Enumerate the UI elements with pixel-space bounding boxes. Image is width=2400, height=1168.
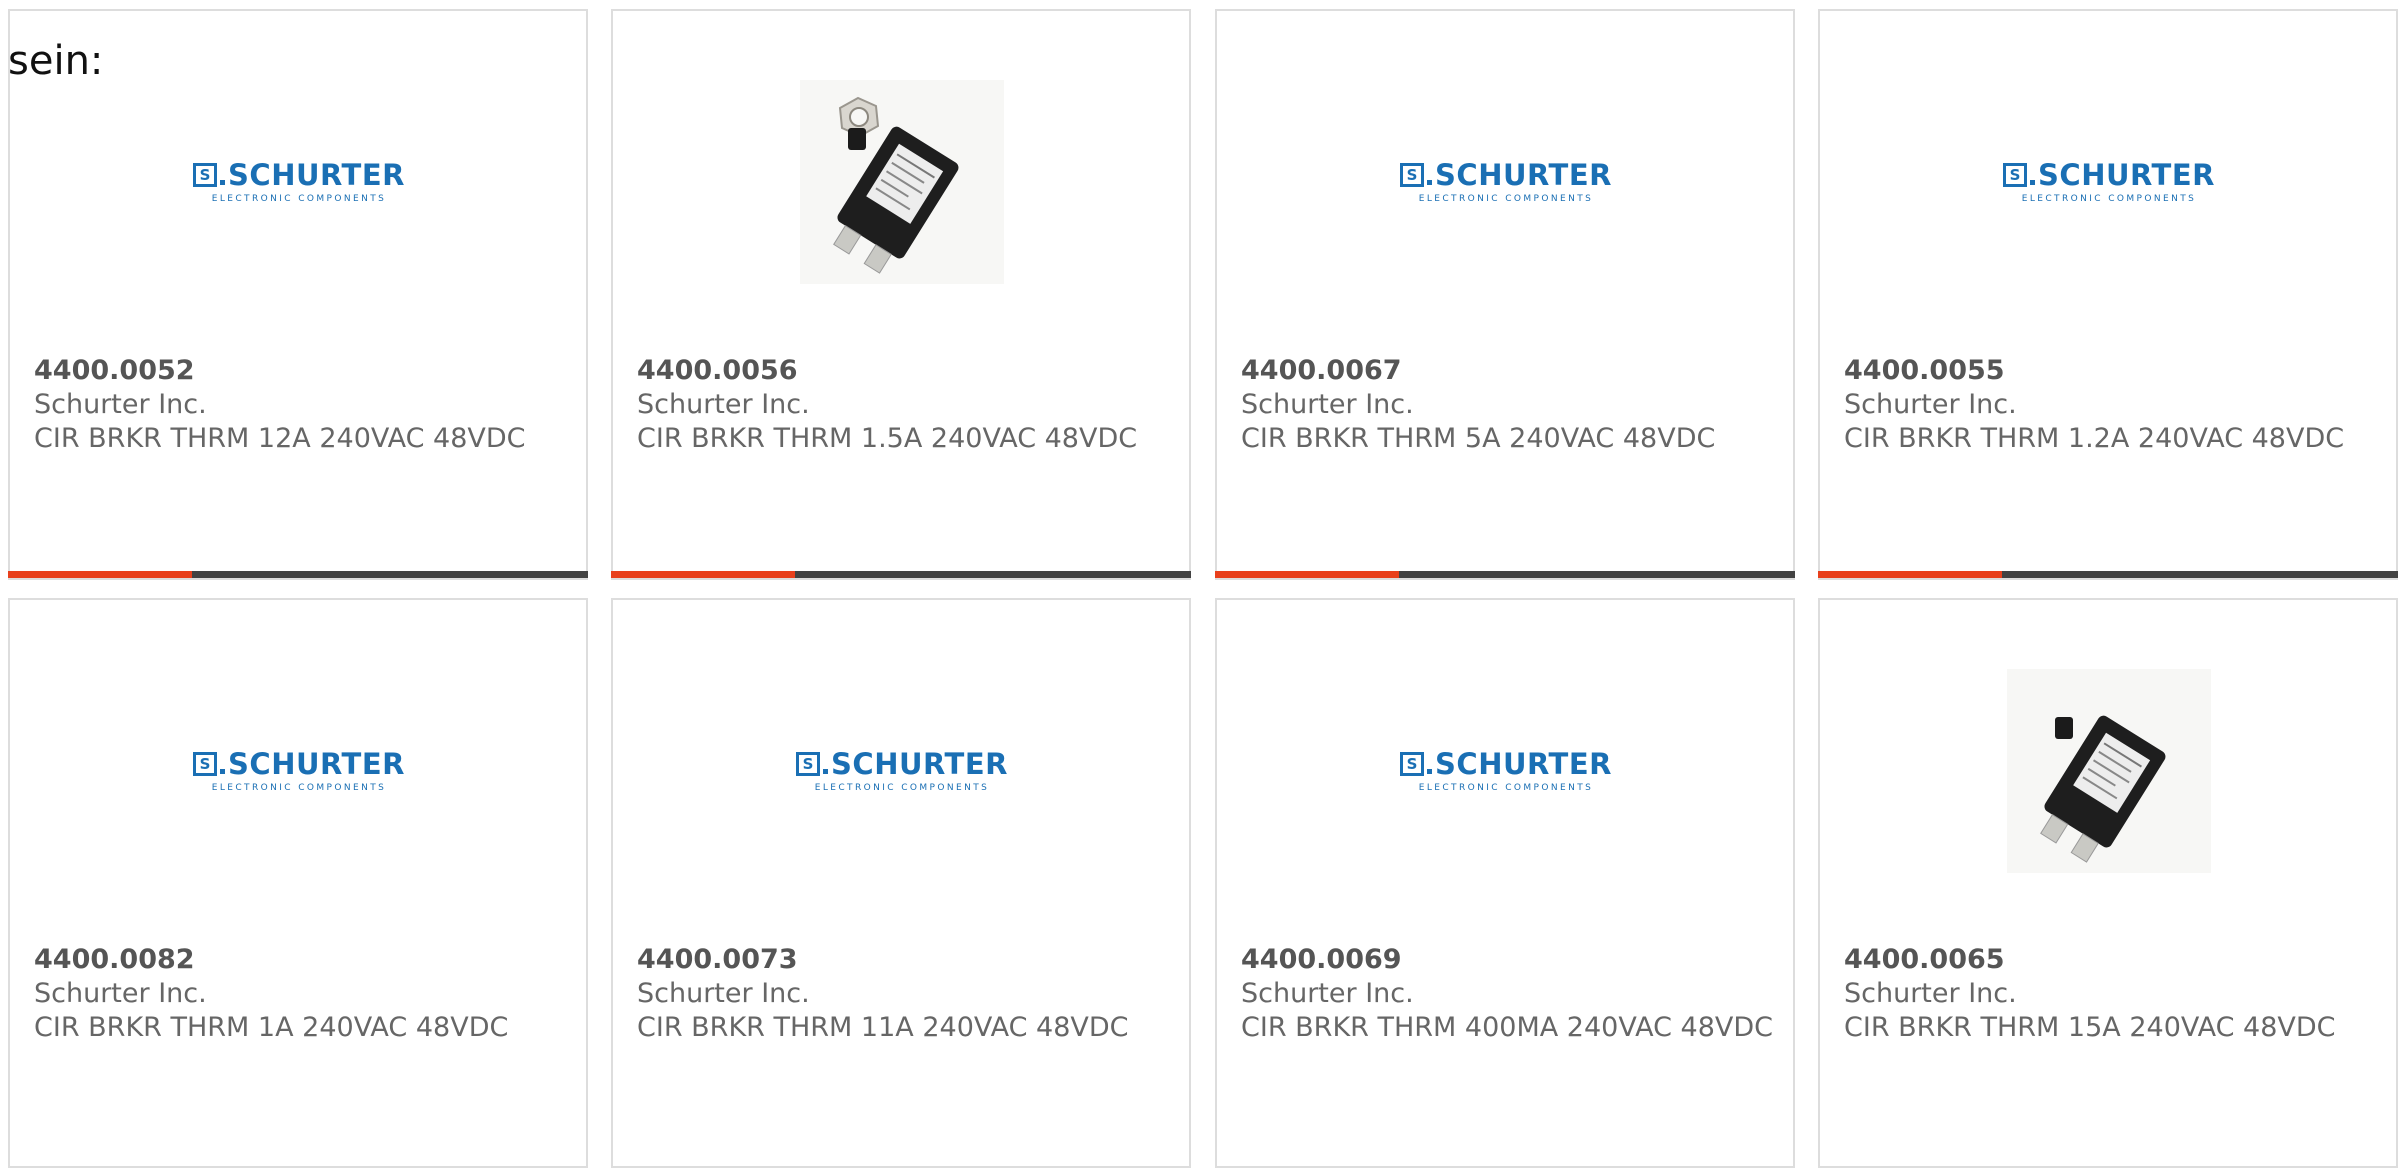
- schurter-logo: S SCHURTER ELECTRONIC COMPONENTS: [1400, 749, 1612, 793]
- product-description: CIR BRKR THRM 1.2A 240VAC 48VDC: [1844, 423, 2345, 454]
- product-card[interactable]: S SCHURTER ELECTRONIC COMPONENTS 4400.0073…: [611, 598, 1191, 1168]
- part-number[interactable]: 4400.0065: [1844, 943, 2380, 977]
- manufacturer: Schurter Inc.: [1844, 389, 2017, 420]
- part-number[interactable]: 4400.0052: [34, 354, 570, 388]
- schurter-s-mark-icon: S: [2003, 163, 2028, 187]
- product-image[interactable]: S SCHURTER ELECTRONIC COMPONENTS: [193, 669, 404, 873]
- manufacturer: Schurter Inc.: [1241, 978, 1414, 1009]
- product-image[interactable]: S SCHURTER ELECTRONIC COMPONENTS: [2003, 80, 2214, 284]
- card-accent-bar: [611, 571, 1191, 578]
- manufacturer: Schurter Inc.: [637, 389, 810, 420]
- product-card[interactable]: S SCHURTER ELECTRONIC COMPONENTS 4400.0082…: [8, 598, 588, 1168]
- card-accent-bar: [1818, 571, 2398, 578]
- product-description: CIR BRKR THRM 400MA 240VAC 48VDC: [1241, 1012, 1773, 1043]
- circuit-breaker-with-nut-icon: [800, 80, 1004, 284]
- product-card[interactable]: S SCHURTER ELECTRONIC COMPONENTS 4400.0052…: [8, 9, 588, 580]
- manufacturer: Schurter Inc.: [1241, 389, 1414, 420]
- part-number[interactable]: 4400.0056: [637, 354, 1173, 388]
- schurter-logo: S SCHURTER ELECTRONIC COMPONENTS: [2003, 160, 2215, 204]
- schurter-s-mark-icon: S: [193, 752, 218, 776]
- part-number[interactable]: 4400.0067: [1241, 354, 1777, 388]
- manufacturer: Schurter Inc.: [637, 978, 810, 1009]
- schurter-logo: S SCHURTER ELECTRONIC COMPONENTS: [1400, 160, 1612, 204]
- schurter-logo: S SCHURTER ELECTRONIC COMPONENTS: [193, 160, 405, 204]
- circuit-breaker-icon: [2007, 669, 2211, 873]
- product-card[interactable]: 4400.0065 Schurter Inc. CIR BRKR THRM 15…: [1818, 598, 2398, 1168]
- product-card[interactable]: S SCHURTER ELECTRONIC COMPONENTS 4400.0069…: [1215, 598, 1795, 1168]
- product-card[interactable]: S SCHURTER ELECTRONIC COMPONENTS 4400.0067…: [1215, 9, 1795, 580]
- product-image[interactable]: S SCHURTER ELECTRONIC COMPONENTS: [1400, 80, 1611, 284]
- product-description: CIR BRKR THRM 5A 240VAC 48VDC: [1241, 423, 1716, 454]
- part-number[interactable]: 4400.0055: [1844, 354, 2380, 388]
- manufacturer: Schurter Inc.: [34, 978, 207, 1009]
- product-image[interactable]: S SCHURTER ELECTRONIC COMPONENTS: [796, 669, 1007, 873]
- product-description: CIR BRKR THRM 12A 240VAC 48VDC: [34, 423, 526, 454]
- product-description: CIR BRKR THRM 1.5A 240VAC 48VDC: [637, 423, 1138, 454]
- card-accent-bar: [1215, 571, 1795, 578]
- intro-text: sein:: [8, 38, 104, 84]
- product-description: CIR BRKR THRM 15A 240VAC 48VDC: [1844, 1012, 2336, 1043]
- schurter-s-mark-icon: S: [796, 752, 821, 776]
- schurter-s-mark-icon: S: [193, 163, 218, 187]
- product-card[interactable]: S SCHURTER ELECTRONIC COMPONENTS 4400.0055…: [1818, 9, 2398, 580]
- product-description: CIR BRKR THRM 11A 240VAC 48VDC: [637, 1012, 1129, 1043]
- product-description: CIR BRKR THRM 1A 240VAC 48VDC: [34, 1012, 509, 1043]
- product-image[interactable]: S SCHURTER ELECTRONIC COMPONENTS: [1400, 669, 1611, 873]
- part-number[interactable]: 4400.0082: [34, 943, 570, 977]
- manufacturer: Schurter Inc.: [1844, 978, 2017, 1009]
- part-number[interactable]: 4400.0069: [1241, 943, 1777, 977]
- card-accent-bar: [8, 571, 588, 578]
- schurter-s-mark-icon: S: [1400, 752, 1425, 776]
- schurter-logo: S SCHURTER ELECTRONIC COMPONENTS: [193, 749, 405, 793]
- product-image[interactable]: [2007, 669, 2211, 873]
- part-number[interactable]: 4400.0073: [637, 943, 1173, 977]
- product-image[interactable]: S SCHURTER ELECTRONIC COMPONENTS: [193, 80, 404, 284]
- product-card[interactable]: 4400.0056 Schurter Inc. CIR BRKR THRM 1.…: [611, 9, 1191, 580]
- schurter-logo: S SCHURTER ELECTRONIC COMPONENTS: [796, 749, 1008, 793]
- product-image[interactable]: [800, 80, 1004, 284]
- manufacturer: Schurter Inc.: [34, 389, 207, 420]
- schurter-s-mark-icon: S: [1400, 163, 1425, 187]
